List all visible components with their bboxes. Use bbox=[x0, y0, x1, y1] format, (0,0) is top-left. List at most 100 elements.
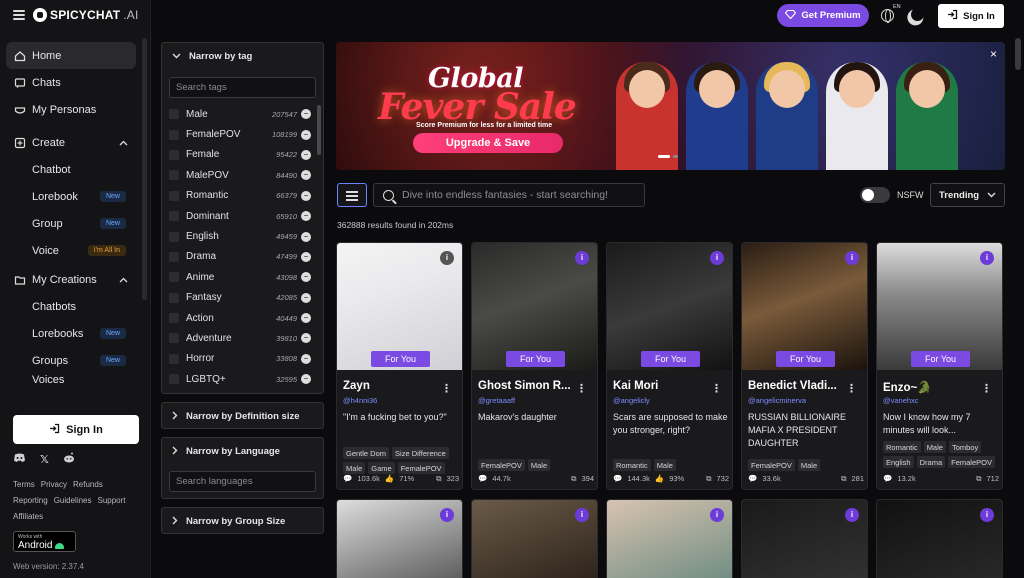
sidebar-signin-button[interactable]: Sign In bbox=[13, 415, 139, 444]
tag-checkbox[interactable] bbox=[169, 353, 179, 364]
footer-link-guidelines[interactable]: Guidelines bbox=[54, 496, 92, 505]
footer-link-terms[interactable]: Terms bbox=[13, 480, 35, 489]
character-card[interactable]: i bbox=[471, 499, 598, 578]
character-card[interactable]: i For You Enzo~🐊 ⋮ @vanehxc Now I know how my… bbox=[876, 242, 1003, 490]
card-tag[interactable]: Gentle Dom bbox=[343, 447, 390, 459]
creator-handle[interactable]: @h4nni36 bbox=[343, 396, 377, 405]
carousel-dot-active[interactable] bbox=[658, 155, 670, 158]
exclude-tag-icon[interactable]: − bbox=[301, 190, 311, 201]
more-options-icon[interactable]: ⋮ bbox=[441, 382, 452, 395]
upgrade-save-button[interactable]: Upgrade & Save bbox=[413, 133, 563, 153]
card-tag[interactable]: FemalePOV bbox=[397, 462, 445, 474]
search-input[interactable]: Dive into endless fantasies - start sear… bbox=[373, 183, 645, 207]
nav-my-lorebooks[interactable]: Lorebooks New bbox=[6, 320, 136, 347]
tag-row[interactable]: Horror 33808− bbox=[169, 349, 323, 369]
tag-row[interactable]: Dominant 65910− bbox=[169, 206, 323, 226]
footer-link-support[interactable]: Support bbox=[98, 496, 126, 505]
tag-row[interactable]: FemalePOV 108199− bbox=[169, 124, 323, 144]
info-icon[interactable]: i bbox=[980, 251, 994, 265]
character-card[interactable]: i For You Kai Mori ⋮ @angelicly Scars are sup… bbox=[606, 242, 733, 490]
nav-create-chatbot[interactable]: Chatbot bbox=[6, 156, 136, 183]
creator-handle[interactable]: @gretaaaff bbox=[478, 396, 515, 405]
card-tag[interactable]: Drama bbox=[916, 456, 946, 468]
character-card[interactable]: i For You Zayn ⋮ @h4nni36 "I'm a fucking bet … bbox=[336, 242, 463, 490]
character-card[interactable]: i bbox=[606, 499, 733, 578]
info-icon[interactable]: i bbox=[845, 251, 859, 265]
tag-row[interactable]: Adventure 39810− bbox=[169, 328, 323, 348]
info-icon[interactable]: i bbox=[440, 508, 454, 522]
info-icon[interactable]: i bbox=[440, 251, 454, 265]
card-tag[interactable]: Game bbox=[368, 462, 395, 474]
exclude-tag-icon[interactable]: − bbox=[301, 333, 311, 344]
tag-checkbox[interactable] bbox=[169, 129, 179, 140]
nsfw-toggle[interactable] bbox=[860, 187, 890, 203]
exclude-tag-icon[interactable]: − bbox=[301, 170, 311, 181]
tag-row[interactable]: English 49459− bbox=[169, 226, 323, 246]
nav-creations-section[interactable]: My Creations bbox=[6, 266, 136, 293]
card-tag[interactable]: English bbox=[883, 456, 914, 468]
tag-row[interactable]: Anime 43098− bbox=[169, 267, 323, 287]
carousel-dot[interactable] bbox=[673, 155, 678, 158]
card-tag[interactable]: Male bbox=[923, 441, 946, 453]
exclude-tag-icon[interactable]: − bbox=[301, 353, 311, 364]
tag-row[interactable]: Drama 47499− bbox=[169, 247, 323, 267]
tag-list-scrollbar[interactable] bbox=[317, 105, 321, 155]
tag-row[interactable]: Romantic 66379− bbox=[169, 186, 323, 206]
exclude-tag-icon[interactable]: − bbox=[301, 292, 311, 303]
definition-filter-box[interactable]: Narrow by Definition size bbox=[161, 402, 324, 429]
character-card[interactable]: i bbox=[336, 499, 463, 578]
tag-filter-header[interactable]: Narrow by tag bbox=[162, 43, 323, 70]
tag-row[interactable]: LGBTQ+ 32595− bbox=[169, 369, 323, 389]
card-tag[interactable]: Romantic bbox=[883, 441, 921, 453]
tag-checkbox[interactable] bbox=[169, 272, 179, 283]
nav-my-groups[interactable]: Groups New bbox=[6, 347, 136, 374]
tag-checkbox[interactable] bbox=[169, 231, 179, 242]
tag-checkbox[interactable] bbox=[169, 190, 179, 201]
hamburger-menu-icon[interactable] bbox=[13, 10, 25, 20]
sort-select[interactable]: Trending bbox=[930, 183, 1005, 207]
tag-checkbox[interactable] bbox=[169, 292, 179, 303]
card-tag[interactable]: FemalePOV bbox=[948, 456, 995, 468]
moon-theme-icon[interactable] bbox=[909, 6, 926, 23]
tag-checkbox[interactable] bbox=[169, 149, 179, 160]
card-tag[interactable]: FemalePOV bbox=[478, 459, 525, 471]
language-filter-header[interactable]: Narrow by Language bbox=[162, 438, 323, 465]
info-icon[interactable]: i bbox=[845, 508, 859, 522]
get-premium-button[interactable]: Get Premium bbox=[777, 4, 869, 27]
exclude-tag-icon[interactable]: − bbox=[301, 109, 311, 120]
filter-toggle-button[interactable] bbox=[337, 183, 367, 207]
android-app-badge[interactable]: Works with Android bbox=[13, 531, 76, 552]
creator-handle[interactable]: @angelicly bbox=[613, 396, 650, 405]
card-tag[interactable]: Tomboy bbox=[948, 441, 982, 453]
nav-home[interactable]: Home bbox=[6, 42, 136, 69]
info-icon[interactable]: i bbox=[575, 508, 589, 522]
nav-create-section[interactable]: Create bbox=[6, 129, 136, 156]
tag-checkbox[interactable] bbox=[169, 251, 179, 262]
character-card[interactable]: i bbox=[741, 499, 868, 578]
exclude-tag-icon[interactable]: − bbox=[301, 272, 311, 283]
tag-search-input[interactable]: Search tags bbox=[169, 77, 316, 98]
info-icon[interactable]: i bbox=[575, 251, 589, 265]
app-logo[interactable]: SPICYCHAT .AI bbox=[33, 8, 139, 22]
card-tag[interactable]: Male bbox=[343, 462, 366, 474]
exclude-tag-icon[interactable]: − bbox=[301, 149, 311, 160]
card-tag[interactable]: Romantic bbox=[613, 459, 651, 471]
card-tag[interactable]: FemalePOV bbox=[748, 459, 795, 471]
exclude-tag-icon[interactable]: − bbox=[301, 251, 311, 262]
tag-row[interactable]: Male 207547− bbox=[169, 104, 323, 124]
card-tag[interactable]: Size Difference bbox=[392, 447, 449, 459]
more-options-icon[interactable]: ⋮ bbox=[981, 382, 992, 395]
tag-checkbox[interactable] bbox=[169, 313, 179, 324]
language-search-input[interactable]: Search languages bbox=[169, 471, 316, 492]
info-icon[interactable]: i bbox=[980, 508, 994, 522]
tag-row[interactable]: Fantasy 42085− bbox=[169, 288, 323, 308]
x-twitter-icon[interactable]: 𝕏 bbox=[40, 453, 49, 466]
creator-handle[interactable]: @vanehxc bbox=[883, 396, 919, 405]
creator-handle[interactable]: @angelicminerva bbox=[748, 396, 806, 405]
tag-checkbox[interactable] bbox=[169, 109, 179, 120]
tag-checkbox[interactable] bbox=[169, 170, 179, 181]
exclude-tag-icon[interactable]: − bbox=[301, 231, 311, 242]
card-tag[interactable]: Male bbox=[527, 459, 551, 471]
globe-language-icon[interactable] bbox=[881, 9, 894, 23]
nav-create-lorebook[interactable]: Lorebook New bbox=[6, 183, 136, 210]
